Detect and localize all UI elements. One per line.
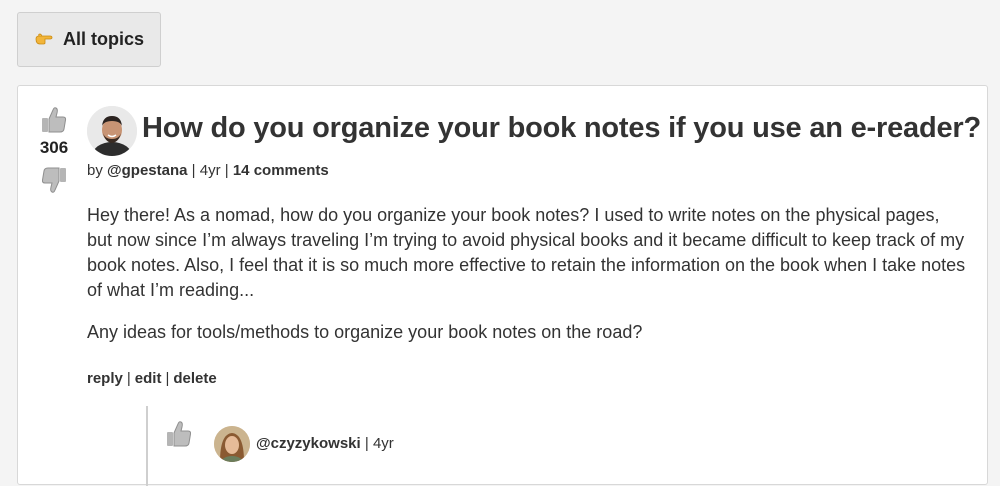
edit-link[interactable]: edit <box>135 370 162 387</box>
action-separator: | <box>126 370 131 387</box>
post-actions: reply | edit | delete <box>87 370 217 387</box>
reply-upvote-icon[interactable] <box>166 420 192 448</box>
reply-age: 4yr <box>372 435 394 452</box>
upvote-icon[interactable] <box>41 106 67 134</box>
post-paragraph: Hey there! As a nomad, how do you organi… <box>87 205 966 300</box>
post-title[interactable]: How do you organize your book notes if y… <box>142 112 981 145</box>
author-avatar[interactable] <box>87 106 137 156</box>
delete-link[interactable]: delete <box>173 370 216 387</box>
all-topics-button[interactable]: All topics <box>17 12 161 67</box>
post-card: 306 How do you organize your book notes … <box>17 85 988 486</box>
post-body: Hey there! As a nomad, how do you organi… <box>87 203 967 362</box>
post-meta: by @gpestana | 4yr | 14 comments <box>87 162 329 179</box>
downvote-icon[interactable] <box>41 166 67 194</box>
vote-panel: 306 <box>34 106 74 194</box>
all-topics-label: All topics <box>63 29 145 49</box>
reply-link[interactable]: reply <box>87 370 123 387</box>
reply-author-avatar[interactable] <box>214 426 250 462</box>
meta-separator: | <box>224 162 229 179</box>
meta-by: by <box>87 162 103 179</box>
reply-meta: @czyzykowski | 4yr <box>256 435 394 452</box>
pointing-hand-icon <box>35 32 53 48</box>
post-age: 4yr <box>199 162 221 179</box>
meta-separator: | <box>191 162 196 179</box>
meta-separator: | <box>364 435 369 452</box>
vote-score: 306 <box>39 138 69 157</box>
reply-thread-line <box>146 406 148 486</box>
post-paragraph: Any ideas for tools/methods to organize … <box>87 322 643 342</box>
author-link[interactable]: @gpestana <box>107 162 187 179</box>
action-separator: | <box>165 370 170 387</box>
comments-link[interactable]: 14 comments <box>233 162 329 179</box>
reply-author-link[interactable]: @czyzykowski <box>256 435 361 452</box>
